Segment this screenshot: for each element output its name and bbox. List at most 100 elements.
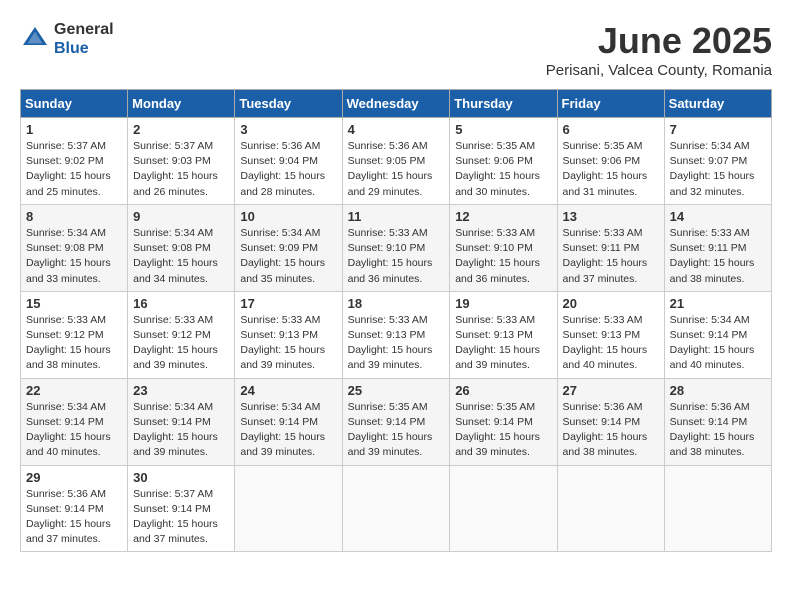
day-info: Sunrise: 5:33 AMSunset: 9:13 PMDaylight:…: [348, 314, 433, 372]
table-row: 24 Sunrise: 5:34 AMSunset: 9:14 PMDaylig…: [235, 378, 342, 465]
table-row: 8 Sunrise: 5:34 AMSunset: 9:08 PMDayligh…: [21, 204, 128, 291]
day-number: 21: [670, 296, 766, 311]
table-row: 7 Sunrise: 5:34 AMSunset: 9:07 PMDayligh…: [664, 118, 771, 205]
day-number: 11: [348, 209, 445, 224]
day-info: Sunrise: 5:33 AMSunset: 9:11 PMDaylight:…: [563, 227, 648, 285]
table-row: 2 Sunrise: 5:37 AMSunset: 9:03 PMDayligh…: [128, 118, 235, 205]
day-info: Sunrise: 5:36 AMSunset: 9:14 PMDaylight:…: [26, 488, 111, 546]
calendar-header-row: Sunday Monday Tuesday Wednesday Thursday…: [21, 90, 772, 118]
col-wednesday: Wednesday: [342, 90, 450, 118]
table-row: 27 Sunrise: 5:36 AMSunset: 9:14 PMDaylig…: [557, 378, 664, 465]
day-info: Sunrise: 5:34 AMSunset: 9:14 PMDaylight:…: [240, 401, 325, 459]
day-number: 9: [133, 209, 229, 224]
day-info: Sunrise: 5:37 AMSunset: 9:03 PMDaylight:…: [133, 140, 218, 198]
day-number: 30: [133, 470, 229, 485]
table-row: 25 Sunrise: 5:35 AMSunset: 9:14 PMDaylig…: [342, 378, 450, 465]
day-info: Sunrise: 5:33 AMSunset: 9:13 PMDaylight:…: [563, 314, 648, 372]
day-info: Sunrise: 5:34 AMSunset: 9:08 PMDaylight:…: [133, 227, 218, 285]
day-number: 23: [133, 383, 229, 398]
calendar-week-row: 1 Sunrise: 5:37 AMSunset: 9:02 PMDayligh…: [21, 118, 772, 205]
day-info: Sunrise: 5:37 AMSunset: 9:14 PMDaylight:…: [133, 488, 218, 546]
day-info: Sunrise: 5:34 AMSunset: 9:09 PMDaylight:…: [240, 227, 325, 285]
table-row: [557, 465, 664, 552]
table-row: 5 Sunrise: 5:35 AMSunset: 9:06 PMDayligh…: [450, 118, 557, 205]
col-sunday: Sunday: [21, 90, 128, 118]
table-row: 21 Sunrise: 5:34 AMSunset: 9:14 PMDaylig…: [664, 291, 771, 378]
day-info: Sunrise: 5:36 AMSunset: 9:04 PMDaylight:…: [240, 140, 325, 198]
table-row: 1 Sunrise: 5:37 AMSunset: 9:02 PMDayligh…: [21, 118, 128, 205]
day-number: 25: [348, 383, 445, 398]
table-row: [235, 465, 342, 552]
day-number: 1: [26, 122, 122, 137]
day-info: Sunrise: 5:33 AMSunset: 9:13 PMDaylight:…: [240, 314, 325, 372]
table-row: 16 Sunrise: 5:33 AMSunset: 9:12 PMDaylig…: [128, 291, 235, 378]
day-number: 3: [240, 122, 336, 137]
table-row: 28 Sunrise: 5:36 AMSunset: 9:14 PMDaylig…: [664, 378, 771, 465]
day-info: Sunrise: 5:33 AMSunset: 9:13 PMDaylight:…: [455, 314, 540, 372]
day-info: Sunrise: 5:37 AMSunset: 9:02 PMDaylight:…: [26, 140, 111, 198]
day-number: 10: [240, 209, 336, 224]
table-row: 22 Sunrise: 5:34 AMSunset: 9:14 PMDaylig…: [21, 378, 128, 465]
page-header: General Blue June 2025 Perisani, Valcea …: [20, 20, 772, 79]
day-info: Sunrise: 5:34 AMSunset: 9:07 PMDaylight:…: [670, 140, 755, 198]
day-info: Sunrise: 5:34 AMSunset: 9:14 PMDaylight:…: [26, 401, 111, 459]
table-row: 17 Sunrise: 5:33 AMSunset: 9:13 PMDaylig…: [235, 291, 342, 378]
table-row: 18 Sunrise: 5:33 AMSunset: 9:13 PMDaylig…: [342, 291, 450, 378]
table-row: [664, 465, 771, 552]
calendar: Sunday Monday Tuesday Wednesday Thursday…: [20, 89, 772, 552]
day-number: 27: [563, 383, 659, 398]
day-number: 13: [563, 209, 659, 224]
day-number: 6: [563, 122, 659, 137]
day-number: 16: [133, 296, 229, 311]
table-row: 10 Sunrise: 5:34 AMSunset: 9:09 PMDaylig…: [235, 204, 342, 291]
day-number: 26: [455, 383, 551, 398]
day-info: Sunrise: 5:33 AMSunset: 9:10 PMDaylight:…: [455, 227, 540, 285]
day-number: 5: [455, 122, 551, 137]
day-number: 20: [563, 296, 659, 311]
day-number: 22: [26, 383, 122, 398]
table-row: 14 Sunrise: 5:33 AMSunset: 9:11 PMDaylig…: [664, 204, 771, 291]
table-row: 15 Sunrise: 5:33 AMSunset: 9:12 PMDaylig…: [21, 291, 128, 378]
logo-general: General: [54, 21, 114, 38]
day-number: 4: [348, 122, 445, 137]
day-info: Sunrise: 5:35 AMSunset: 9:14 PMDaylight:…: [455, 401, 540, 459]
day-info: Sunrise: 5:33 AMSunset: 9:11 PMDaylight:…: [670, 227, 755, 285]
day-number: 18: [348, 296, 445, 311]
logo-text: General Blue: [54, 20, 114, 58]
day-number: 28: [670, 383, 766, 398]
calendar-week-row: 15 Sunrise: 5:33 AMSunset: 9:12 PMDaylig…: [21, 291, 772, 378]
day-number: 17: [240, 296, 336, 311]
calendar-week-row: 29 Sunrise: 5:36 AMSunset: 9:14 PMDaylig…: [21, 465, 772, 552]
title-section: June 2025 Perisani, Valcea County, Roman…: [546, 20, 772, 79]
day-number: 19: [455, 296, 551, 311]
calendar-week-row: 8 Sunrise: 5:34 AMSunset: 9:08 PMDayligh…: [21, 204, 772, 291]
month-title: June 2025: [546, 20, 772, 62]
table-row: [450, 465, 557, 552]
day-number: 15: [26, 296, 122, 311]
day-number: 2: [133, 122, 229, 137]
day-info: Sunrise: 5:35 AMSunset: 9:06 PMDaylight:…: [455, 140, 540, 198]
day-info: Sunrise: 5:34 AMSunset: 9:14 PMDaylight:…: [670, 314, 755, 372]
day-info: Sunrise: 5:33 AMSunset: 9:10 PMDaylight:…: [348, 227, 433, 285]
day-info: Sunrise: 5:36 AMSunset: 9:14 PMDaylight:…: [563, 401, 648, 459]
logo-blue: Blue: [54, 40, 89, 57]
day-info: Sunrise: 5:35 AMSunset: 9:06 PMDaylight:…: [563, 140, 648, 198]
day-number: 24: [240, 383, 336, 398]
table-row: 20 Sunrise: 5:33 AMSunset: 9:13 PMDaylig…: [557, 291, 664, 378]
day-info: Sunrise: 5:35 AMSunset: 9:14 PMDaylight:…: [348, 401, 433, 459]
day-number: 7: [670, 122, 766, 137]
table-row: 3 Sunrise: 5:36 AMSunset: 9:04 PMDayligh…: [235, 118, 342, 205]
table-row: 12 Sunrise: 5:33 AMSunset: 9:10 PMDaylig…: [450, 204, 557, 291]
day-number: 8: [26, 209, 122, 224]
col-tuesday: Tuesday: [235, 90, 342, 118]
calendar-week-row: 22 Sunrise: 5:34 AMSunset: 9:14 PMDaylig…: [21, 378, 772, 465]
table-row: 19 Sunrise: 5:33 AMSunset: 9:13 PMDaylig…: [450, 291, 557, 378]
day-number: 12: [455, 209, 551, 224]
col-saturday: Saturday: [664, 90, 771, 118]
col-monday: Monday: [128, 90, 235, 118]
table-row: 9 Sunrise: 5:34 AMSunset: 9:08 PMDayligh…: [128, 204, 235, 291]
day-number: 14: [670, 209, 766, 224]
logo: General Blue: [20, 20, 114, 58]
table-row: 23 Sunrise: 5:34 AMSunset: 9:14 PMDaylig…: [128, 378, 235, 465]
day-number: 29: [26, 470, 122, 485]
